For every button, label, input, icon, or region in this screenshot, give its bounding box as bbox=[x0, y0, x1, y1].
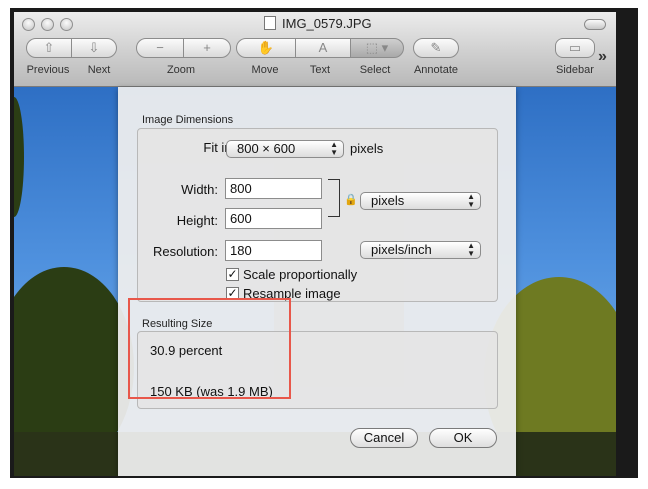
width-field[interactable]: 800 bbox=[225, 178, 322, 199]
scale-proportionally-checkbox[interactable]: ✓ bbox=[226, 268, 239, 281]
tree-image bbox=[14, 97, 24, 217]
fit-into-value: 800 × 600 bbox=[237, 141, 296, 156]
move-tool-button[interactable]: ✋ bbox=[236, 38, 296, 58]
annotate-button[interactable]: ✎ bbox=[413, 38, 459, 58]
size-unit-value: pixels bbox=[371, 193, 405, 208]
arrow-down-icon: ⇩ bbox=[88, 40, 100, 55]
minimize-window-button[interactable] bbox=[41, 18, 54, 31]
height-label: Height: bbox=[176, 213, 218, 228]
popup-arrows-icon: ▲ ▼ bbox=[467, 241, 475, 258]
next-label: Next bbox=[87, 64, 111, 76]
size-unit-popup[interactable]: pixels ▲ ▼ bbox=[360, 192, 481, 210]
image-dimensions-label: Image Dimensions bbox=[142, 114, 234, 126]
pencil-icon: ✎ bbox=[430, 40, 442, 55]
checkmark-icon: ✓ bbox=[227, 267, 238, 281]
cancel-button[interactable]: Cancel bbox=[350, 428, 418, 448]
sidebar-button[interactable]: ▭ bbox=[555, 38, 595, 58]
close-window-button[interactable] bbox=[22, 18, 35, 31]
highlight-box bbox=[128, 298, 291, 399]
ok-button[interactable]: OK bbox=[429, 428, 497, 448]
select-tool-button[interactable]: ⬚ ▾ bbox=[350, 38, 404, 58]
resolution-label: Resolution: bbox=[152, 244, 218, 259]
scale-proportionally-label: Scale proportionally bbox=[243, 267, 358, 282]
minus-icon: − bbox=[156, 40, 164, 55]
window-title-text: IMG_0579.JPG bbox=[282, 16, 372, 31]
next-button[interactable]: ⇩ bbox=[71, 38, 117, 58]
previous-button[interactable]: ⇧ bbox=[26, 38, 72, 58]
zoom-label: Zoom bbox=[166, 64, 196, 76]
popup-arrows-icon: ▲ ▼ bbox=[330, 140, 338, 157]
arrow-up-icon: ⇧ bbox=[43, 40, 55, 55]
height-field[interactable]: 600 bbox=[225, 208, 322, 229]
plus-icon: + bbox=[203, 40, 211, 55]
select-label: Select bbox=[359, 64, 391, 76]
toolbar-toggle-button[interactable] bbox=[584, 19, 606, 30]
text-tool-button[interactable]: A bbox=[295, 38, 351, 58]
sidebar-icon: ▭ bbox=[568, 40, 582, 55]
popup-arrows-icon: ▲ ▼ bbox=[467, 192, 475, 209]
lock-icon[interactable]: 🔒 bbox=[344, 193, 358, 206]
adjust-size-dialog: Image Dimensions Fit into: 800 × 600 ▲ ▼ p… bbox=[118, 87, 516, 476]
resolution-unit-popup[interactable]: pixels/inch ▲ ▼ bbox=[360, 241, 481, 259]
annotate-label: Annotate bbox=[413, 64, 459, 76]
width-label: Width: bbox=[181, 182, 218, 197]
selection-icon: ⬚ ▾ bbox=[365, 40, 389, 55]
resolution-unit-value: pixels/inch bbox=[371, 242, 432, 257]
hand-icon: ✋ bbox=[257, 40, 275, 55]
fit-into-unit: pixels bbox=[350, 141, 384, 156]
constraint-bracket bbox=[328, 179, 340, 217]
title-bar: IMG_0579.JPG ⇧ ⇩ − + ✋ A ⬚ ▾ ✎ ▭ » Previ… bbox=[14, 12, 616, 87]
preview-window: IMG_0579.JPG ⇧ ⇩ − + ✋ A ⬚ ▾ ✎ ▭ » Previ… bbox=[14, 12, 616, 476]
sidebar-label: Sidebar bbox=[556, 64, 594, 76]
window-title: IMG_0579.JPG bbox=[264, 16, 372, 31]
fit-into-popup[interactable]: 800 × 600 ▲ ▼ bbox=[226, 140, 344, 158]
zoom-window-button[interactable] bbox=[60, 18, 73, 31]
text-cursor-icon: A bbox=[318, 40, 328, 55]
document-icon bbox=[264, 16, 276, 30]
zoom-out-button[interactable]: − bbox=[136, 38, 184, 58]
zoom-in-button[interactable]: + bbox=[183, 38, 231, 58]
resolution-field[interactable]: 180 bbox=[225, 240, 322, 261]
